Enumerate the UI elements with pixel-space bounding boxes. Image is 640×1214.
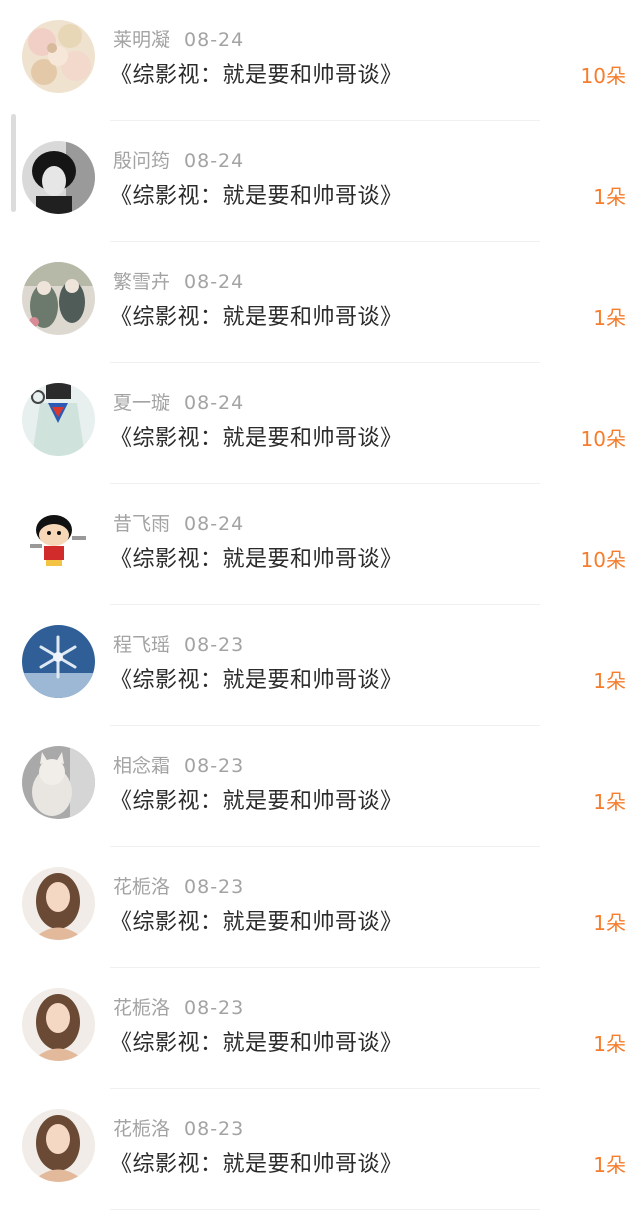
avatar[interactable]: [22, 1109, 95, 1182]
sender-line: 昔飞雨 08-24: [113, 511, 244, 537]
flowers-avatar-icon: [22, 20, 95, 93]
book-title: 《综影视：就是要和帅哥谈》: [110, 184, 403, 209]
book-title: 《综影视：就是要和帅哥谈》: [110, 1152, 403, 1177]
snowflake-avatar-icon: [22, 625, 95, 698]
sender-name: 夏一璇: [113, 392, 171, 414]
avatar[interactable]: [22, 141, 95, 214]
sender-name: 相念霜: [113, 755, 171, 777]
superman-shirt-avatar-icon: [22, 383, 95, 456]
send-date: 08-23: [184, 997, 245, 1019]
flower-count: 10朵: [580, 64, 626, 88]
girl-portrait-avatar-icon: [22, 867, 95, 940]
list-item[interactable]: 花栀洛 08-23 《综影视：就是要和帅哥谈》 1朵: [0, 1089, 640, 1210]
send-date: 08-24: [184, 271, 245, 293]
flower-count: 10朵: [580, 548, 626, 572]
book-title: 《综影视：就是要和帅哥谈》: [110, 789, 403, 814]
send-date: 08-24: [184, 513, 245, 535]
send-date: 08-24: [184, 29, 245, 51]
book-title: 《综影视：就是要和帅哥谈》: [110, 305, 403, 330]
sender-line: 花栀洛 08-23: [113, 995, 244, 1021]
girl-portrait-avatar-icon: [22, 1109, 95, 1182]
avatar[interactable]: [22, 625, 95, 698]
book-title: 《综影视：就是要和帅哥谈》: [110, 547, 403, 572]
row-divider: [110, 1209, 540, 1210]
flower-count: 1朵: [593, 911, 626, 935]
avatar[interactable]: [22, 867, 95, 940]
list-item[interactable]: 相念霜 08-23 《综影视：就是要和帅哥谈》 1朵: [0, 726, 640, 847]
sender-name: 花栀洛: [113, 876, 171, 898]
flower-count: 1朵: [593, 185, 626, 209]
sender-name: 繁雪卉: [113, 271, 171, 293]
gift-list: 莱明凝 08-24 《综影视：就是要和帅哥谈》 10朵 殷问筠 08-24 《综影视…: [0, 0, 640, 1210]
sender-line: 殷问筠 08-24: [113, 148, 244, 174]
girl-portrait-avatar-icon: [22, 988, 95, 1061]
book-title: 《综影视：就是要和帅哥谈》: [110, 63, 403, 88]
sender-line: 相念霜 08-23: [113, 753, 244, 779]
flower-count: 1朵: [593, 1032, 626, 1056]
book-title: 《综影视：就是要和帅哥谈》: [110, 1031, 403, 1056]
send-date: 08-24: [184, 392, 245, 414]
illustration-avatar-icon: [22, 262, 95, 335]
book-title: 《综影视：就是要和帅哥谈》: [110, 426, 403, 451]
list-item[interactable]: 莱明凝 08-24 《综影视：就是要和帅哥谈》 10朵: [0, 0, 640, 121]
avatar[interactable]: [22, 504, 95, 577]
sender-name: 程飞瑶: [113, 634, 171, 656]
sender-name: 花栀洛: [113, 1118, 171, 1140]
sender-line: 繁雪卉 08-24: [113, 269, 244, 295]
avatar[interactable]: [22, 383, 95, 456]
sender-name: 花栀洛: [113, 997, 171, 1019]
flower-count: 1朵: [593, 669, 626, 693]
bw-portrait-avatar-icon: [22, 141, 95, 214]
flower-count: 10朵: [580, 427, 626, 451]
list-item[interactable]: 殷问筠 08-24 《综影视：就是要和帅哥谈》 1朵: [0, 121, 640, 242]
cartoon-boy-avatar-icon: [22, 504, 95, 577]
list-item[interactable]: 繁雪卉 08-24 《综影视：就是要和帅哥谈》 1朵: [0, 242, 640, 363]
cat-avatar-icon: [22, 746, 95, 819]
send-date: 08-23: [184, 634, 245, 656]
send-date: 08-23: [184, 755, 245, 777]
flower-count: 1朵: [593, 1153, 626, 1177]
sender-line: 花栀洛 08-23: [113, 874, 244, 900]
avatar[interactable]: [22, 746, 95, 819]
book-title: 《综影视：就是要和帅哥谈》: [110, 910, 403, 935]
list-item[interactable]: 昔飞雨 08-24 《综影视：就是要和帅哥谈》 10朵: [0, 484, 640, 605]
send-date: 08-23: [184, 876, 245, 898]
list-item[interactable]: 花栀洛 08-23 《综影视：就是要和帅哥谈》 1朵: [0, 968, 640, 1089]
sender-line: 莱明凝 08-24: [113, 27, 244, 53]
flower-count: 1朵: [593, 306, 626, 330]
book-title: 《综影视：就是要和帅哥谈》: [110, 668, 403, 693]
sender-line: 花栀洛 08-23: [113, 1116, 244, 1142]
sender-name: 莱明凝: [113, 29, 171, 51]
send-date: 08-23: [184, 1118, 245, 1140]
list-item[interactable]: 花栀洛 08-23 《综影视：就是要和帅哥谈》 1朵: [0, 847, 640, 968]
avatar[interactable]: [22, 262, 95, 335]
flower-count: 1朵: [593, 790, 626, 814]
sender-name: 昔飞雨: [113, 513, 171, 535]
avatar[interactable]: [22, 20, 95, 93]
send-date: 08-24: [184, 150, 245, 172]
sender-line: 程飞瑶 08-23: [113, 632, 244, 658]
list-item[interactable]: 程飞瑶 08-23 《综影视：就是要和帅哥谈》 1朵: [0, 605, 640, 726]
sender-line: 夏一璇 08-24: [113, 390, 244, 416]
list-item[interactable]: 夏一璇 08-24 《综影视：就是要和帅哥谈》 10朵: [0, 363, 640, 484]
avatar[interactable]: [22, 988, 95, 1061]
sender-name: 殷问筠: [113, 150, 171, 172]
